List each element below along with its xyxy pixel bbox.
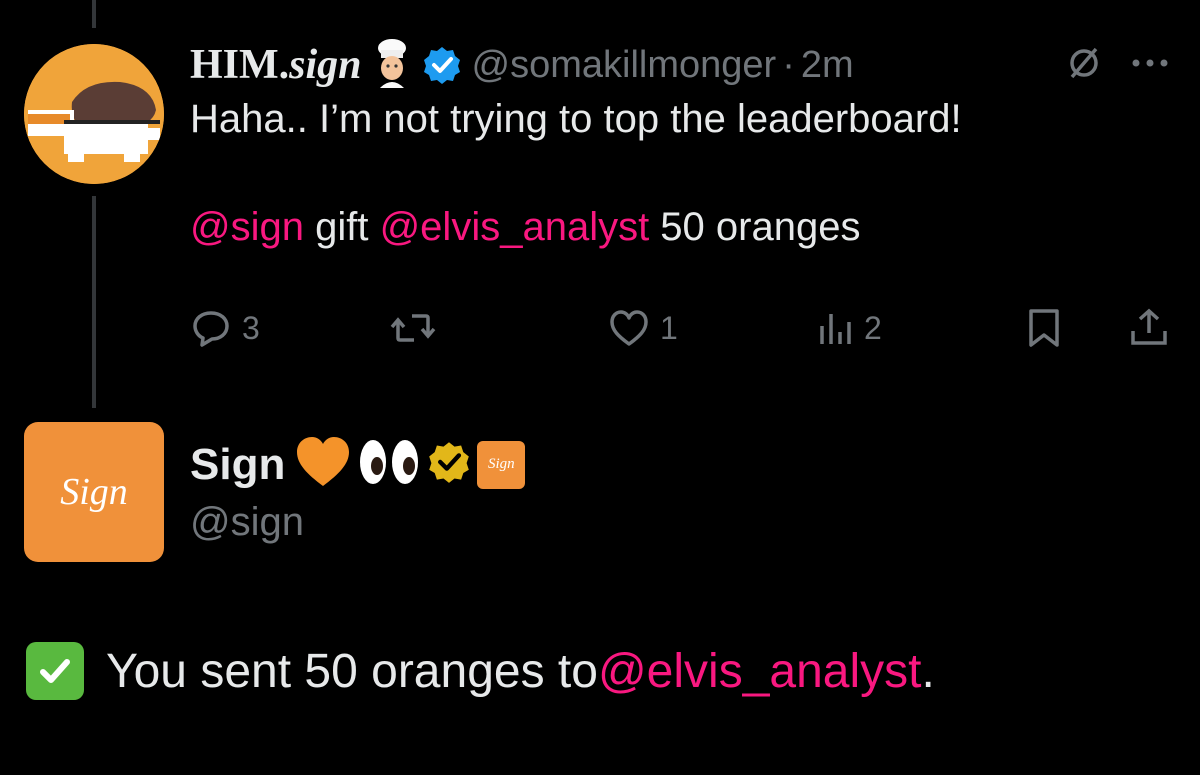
verified-gold-badge-icon: [427, 440, 471, 489]
display-name[interactable]: Sign: [190, 440, 285, 490]
views-count: 2: [864, 309, 882, 346]
tweet-text-line: @sign gift @elvis_analyst 50 oranges: [190, 202, 1180, 252]
avatar-logo-text: Sign: [60, 471, 128, 513]
display-name[interactable]: HIM.sign: [190, 41, 362, 89]
verified-badge-icon: [422, 45, 462, 85]
tweet-text-word: gift: [303, 205, 380, 249]
more-icon[interactable]: [1130, 56, 1170, 74]
like-count: 1: [660, 309, 678, 346]
share-icon: [1131, 308, 1167, 345]
grok-icon[interactable]: [1066, 45, 1102, 86]
tweet-header: HIM.sign @somakillmonger · 2m: [190, 36, 1180, 94]
mention-link[interactable]: @elvis_analyst: [380, 205, 650, 249]
views-icon: [820, 314, 851, 344]
eyes-icon: [357, 436, 421, 493]
profile-name-row: Sign Sign: [190, 436, 526, 493]
repost-button[interactable]: [390, 308, 446, 348]
reply-count: 3: [242, 309, 260, 346]
views-button[interactable]: 2: [818, 308, 882, 348]
reply-suffix: .: [921, 644, 935, 698]
chef-emoji-icon: [370, 38, 414, 93]
like-icon: [610, 310, 648, 346]
tweet-text-line: Haha.. I’m not trying to top the leaderb…: [190, 97, 962, 141]
turtle-avatar-icon: [24, 44, 164, 184]
affiliate-badge-icon[interactable]: Sign: [477, 440, 526, 489]
avatar[interactable]: [24, 44, 164, 184]
reply-text: You sent 50 oranges to @elvis_analyst.: [26, 642, 935, 700]
share-button[interactable]: [1128, 307, 1170, 349]
handle[interactable]: @sign: [190, 500, 304, 545]
reply-prefix: You sent 50 oranges to: [106, 644, 598, 698]
timestamp[interactable]: 2m: [801, 44, 854, 87]
like-button[interactable]: 1: [608, 308, 678, 348]
separator-dot: ·: [782, 43, 795, 86]
check-mark-icon: [26, 642, 84, 700]
bookmark-icon: [1029, 309, 1059, 347]
repost-icon: [390, 314, 436, 342]
handle[interactable]: @somakillmonger: [472, 44, 777, 87]
bookmark-button[interactable]: [1026, 307, 1062, 349]
avatar[interactable]: Sign: [24, 422, 164, 562]
reply-icon: [193, 311, 229, 347]
mention-link[interactable]: @sign: [190, 205, 304, 249]
tweet-actions: 3 1 2: [190, 300, 1175, 356]
orange-heart-icon: [295, 436, 351, 493]
tweet-text-tail: 50 oranges: [649, 205, 861, 249]
mention-link[interactable]: @elvis_analyst: [598, 644, 922, 699]
tweet: HIM.sign @somakillmonger · 2m Haha.. I’m…: [190, 36, 1180, 252]
reply-button[interactable]: 3: [190, 307, 260, 349]
thread-line: [92, 196, 96, 408]
tweet-text: Haha.. I’m not trying to top the leaderb…: [190, 94, 1180, 252]
thread-line: [92, 0, 96, 28]
